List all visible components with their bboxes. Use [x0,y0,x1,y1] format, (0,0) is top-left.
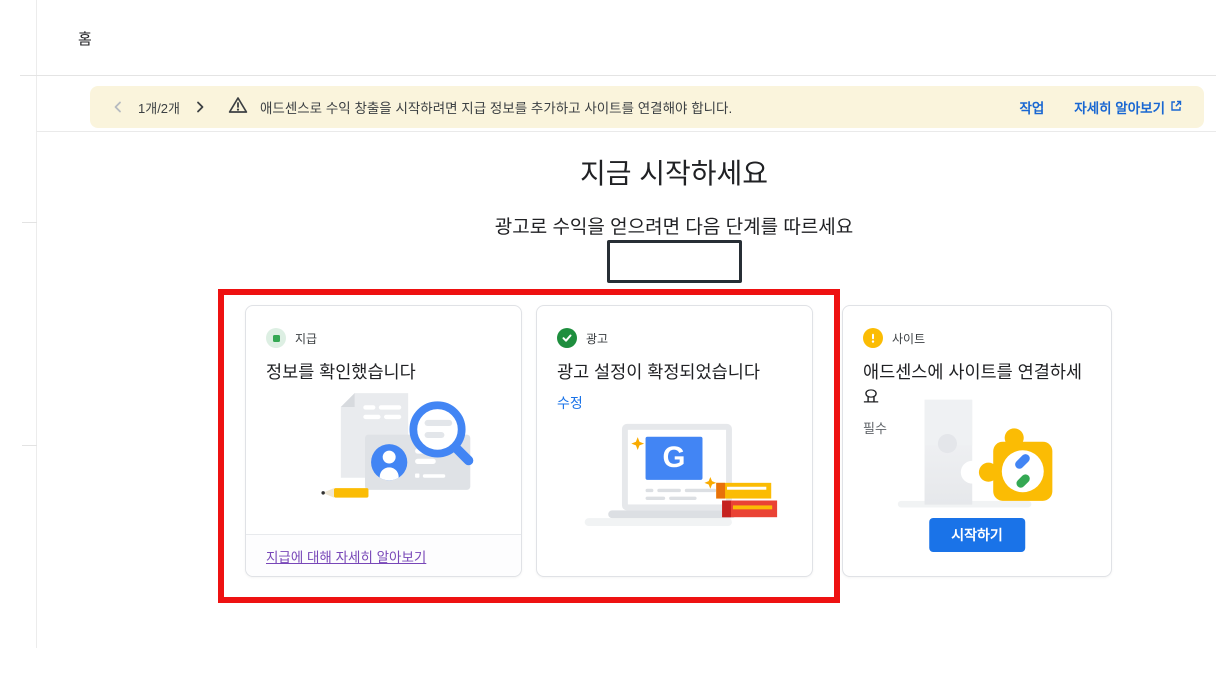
payments-card-footer: 지급에 대해 자세히 알아보기 [246,534,521,576]
banner-pager: 1개/2개 [112,98,206,117]
ads-card-label: 광고 [586,331,609,346]
annotation-empty-box [607,240,742,283]
sites-illustration [843,394,1111,518]
ads-card-title: 광고 설정이 확정되었습니다 [557,362,760,382]
external-link-icon [1170,100,1182,115]
hero-title: 지금 시작하세요 [579,158,769,189]
payments-learn-more-link[interactable]: 지급에 대해 자세히 알아보기 [266,546,426,566]
ads-card: 광고 광고 설정이 확정되었습니다 수정 G [536,305,813,577]
sites-card: 사이트 애드센스에 사이트를 연결하세요 필수 시작하기 [842,305,1112,577]
adsense-home-screen: 홈 1개/2개 애드센스로 수익 창출을 시작하려면 지급 정보를 추가하고 사… [0,0,1216,684]
ads-status-check-icon [557,328,577,348]
hero-section: 지금 시작하세요 광고로 수익을 얻으려면 다음 단계를 따르세요 [132,152,1216,239]
banner-learn-more-link[interactable]: 자세히 알아보기 [1074,97,1182,117]
sites-card-label: 사이트 [892,331,926,346]
sidebar-tick [22,445,37,446]
page-title: 홈 [78,31,92,48]
sites-start-button[interactable]: 시작하기 [929,518,1025,552]
sidebar-divider [36,0,37,648]
notification-banner: 1개/2개 애드센스로 수익 창출을 시작하려면 지급 정보를 추가하고 사이트… [90,86,1204,128]
hero-subtitle: 광고로 수익을 얻으려면 다음 단계를 따르세요 [494,217,854,238]
chevron-right-icon[interactable] [194,100,206,114]
payments-card: 지급 정보를 확인했습니다 지급에 대해 자세히 알아보기 [245,305,522,577]
banner-message: 애드센스로 수익 창출을 시작하려면 지급 정보를 추가하고 사이트를 연결해야… [260,101,733,116]
ads-illustration: G [537,410,812,538]
payments-card-title: 정보를 확인했습니다 [266,362,416,382]
warning-triangle-icon [228,96,248,119]
header-divider [20,75,1216,76]
sidebar-tick [22,222,37,223]
banner-learn-more-label: 자세히 알아보기 [1074,101,1165,116]
payments-status-icon [266,328,286,348]
ads-google-letter: G [662,441,685,474]
banner-divider [36,131,1216,132]
chevron-left-icon[interactable] [112,100,124,114]
banner-action-button[interactable]: 작업 [1019,97,1044,117]
sites-status-alert-icon [863,328,883,348]
banner-pager-label: 1개/2개 [138,100,180,116]
payments-card-label: 지급 [295,331,318,346]
payments-illustration [246,388,521,514]
